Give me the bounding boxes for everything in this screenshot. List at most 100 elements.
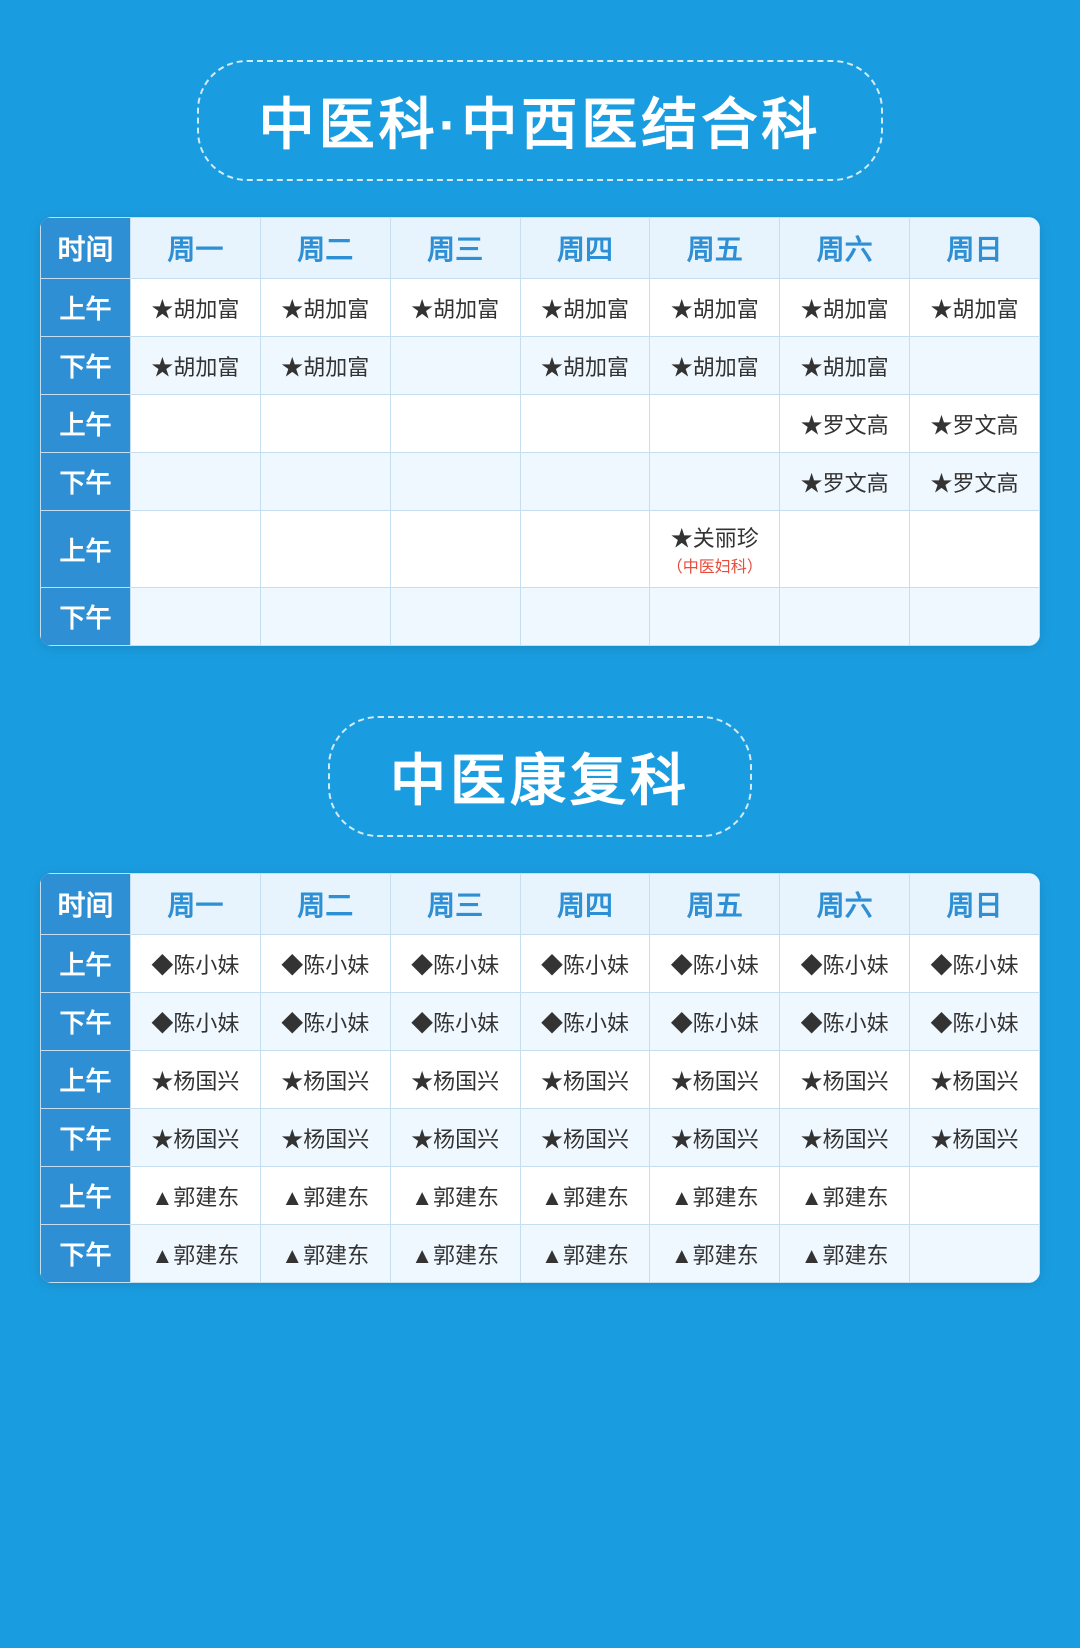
data-cell <box>131 453 261 511</box>
data-cell <box>390 588 520 646</box>
header-mon1: 周一 <box>131 218 261 279</box>
time-cell: 上午 <box>41 395 131 453</box>
table-row: 上午 ★杨国兴 ★杨国兴 ★杨国兴 ★杨国兴 ★杨国兴 ★杨国兴 ★杨国兴 <box>41 1051 1040 1109</box>
data-cell <box>520 511 650 588</box>
data-cell: ★胡加富 <box>780 337 910 395</box>
table-row: 上午 ★关丽珍（中医妇科） <box>41 511 1040 588</box>
data-cell: ◆陈小妹 <box>650 935 780 993</box>
data-cell: ★杨国兴 <box>131 1051 261 1109</box>
time-cell: 下午 <box>41 1225 131 1283</box>
data-cell: ★胡加富 <box>260 337 390 395</box>
data-cell: ★胡加富 <box>780 279 910 337</box>
data-cell <box>390 395 520 453</box>
data-cell: ◆陈小妹 <box>910 993 1040 1051</box>
data-cell: ★罗文高 <box>780 395 910 453</box>
data-cell <box>650 588 780 646</box>
data-cell: ▲郭建东 <box>780 1225 910 1283</box>
data-cell: ◆陈小妹 <box>131 935 261 993</box>
data-cell: ★杨国兴 <box>650 1109 780 1167</box>
data-cell <box>910 588 1040 646</box>
header-sun2: 周日 <box>910 874 1040 935</box>
time-cell: 上午 <box>41 511 131 588</box>
section2-title: 中医康复科 <box>390 736 690 817</box>
data-cell: ★杨国兴 <box>780 1109 910 1167</box>
data-cell: ★杨国兴 <box>131 1109 261 1167</box>
data-cell <box>910 337 1040 395</box>
data-cell: ◆陈小妹 <box>520 935 650 993</box>
section1-title-wrap: 中医科·中西医结合科 <box>197 60 884 181</box>
data-cell <box>910 1225 1040 1283</box>
header-time2: 时间 <box>41 874 131 935</box>
header-sat1: 周六 <box>780 218 910 279</box>
data-cell: ▲郭建东 <box>390 1225 520 1283</box>
data-cell <box>131 588 261 646</box>
section1-table-container: 时间 周一 周二 周三 周四 周五 周六 周日 上午 ★胡加富 ★胡加富 ★胡加… <box>40 217 1040 646</box>
table-row: 下午 ◆陈小妹 ◆陈小妹 ◆陈小妹 ◆陈小妹 ◆陈小妹 ◆陈小妹 ◆陈小妹 <box>41 993 1040 1051</box>
data-cell: ▲郭建东 <box>650 1167 780 1225</box>
header-wed2: 周三 <box>390 874 520 935</box>
data-cell: ★罗文高 <box>780 453 910 511</box>
data-cell: ★胡加富 <box>131 337 261 395</box>
data-cell: ▲郭建东 <box>131 1225 261 1283</box>
time-cell: 上午 <box>41 935 131 993</box>
data-cell <box>260 588 390 646</box>
time-cell: 上午 <box>41 279 131 337</box>
data-cell <box>131 511 261 588</box>
cell-note: （中医妇科） <box>654 553 775 577</box>
data-cell: ★罗文高 <box>910 395 1040 453</box>
section1-table: 时间 周一 周二 周三 周四 周五 周六 周日 上午 ★胡加富 ★胡加富 ★胡加… <box>40 217 1040 646</box>
section1-title: 中医科·中西医结合科 <box>259 80 822 161</box>
data-cell: ★杨国兴 <box>390 1109 520 1167</box>
data-cell: ◆陈小妹 <box>910 935 1040 993</box>
data-cell: ▲郭建东 <box>260 1167 390 1225</box>
data-cell <box>520 453 650 511</box>
data-cell: ▲郭建东 <box>260 1225 390 1283</box>
header-thu2: 周四 <box>520 874 650 935</box>
data-cell: ★胡加富 <box>910 279 1040 337</box>
data-cell: ★杨国兴 <box>520 1109 650 1167</box>
table-row: 下午 <box>41 588 1040 646</box>
data-cell: ▲郭建东 <box>650 1225 780 1283</box>
data-cell: ▲郭建东 <box>520 1225 650 1283</box>
table-row: 上午 ▲郭建东 ▲郭建东 ▲郭建东 ▲郭建东 ▲郭建东 ▲郭建东 <box>41 1167 1040 1225</box>
header-fri1: 周五 <box>650 218 780 279</box>
header-tue2: 周二 <box>260 874 390 935</box>
section1-header-row: 时间 周一 周二 周三 周四 周五 周六 周日 <box>41 218 1040 279</box>
data-cell: ★杨国兴 <box>780 1051 910 1109</box>
data-cell: ◆陈小妹 <box>131 993 261 1051</box>
data-cell: ★杨国兴 <box>260 1109 390 1167</box>
header-mon2: 周一 <box>131 874 261 935</box>
data-cell <box>260 453 390 511</box>
data-cell <box>390 337 520 395</box>
header-tue1: 周二 <box>260 218 390 279</box>
table-row: 上午 ★罗文高 ★罗文高 <box>41 395 1040 453</box>
data-cell: ◆陈小妹 <box>650 993 780 1051</box>
data-cell: ★胡加富 <box>520 337 650 395</box>
table-row: 下午 ★罗文高 ★罗文高 <box>41 453 1040 511</box>
data-cell: ★杨国兴 <box>910 1109 1040 1167</box>
data-cell <box>260 511 390 588</box>
data-cell: ★罗文高 <box>910 453 1040 511</box>
time-cell: 上午 <box>41 1051 131 1109</box>
data-cell: ◆陈小妹 <box>260 935 390 993</box>
data-cell <box>780 588 910 646</box>
data-cell <box>390 511 520 588</box>
data-cell: ◆陈小妹 <box>780 935 910 993</box>
header-time: 时间 <box>41 218 131 279</box>
table-row: 下午 ★杨国兴 ★杨国兴 ★杨国兴 ★杨国兴 ★杨国兴 ★杨国兴 ★杨国兴 <box>41 1109 1040 1167</box>
data-cell <box>910 511 1040 588</box>
data-cell: ★胡加富 <box>650 279 780 337</box>
data-cell <box>910 1167 1040 1225</box>
table-row: 下午 ▲郭建东 ▲郭建东 ▲郭建东 ▲郭建东 ▲郭建东 ▲郭建东 <box>41 1225 1040 1283</box>
time-cell: 下午 <box>41 993 131 1051</box>
data-cell: ▲郭建东 <box>131 1167 261 1225</box>
data-cell-guanli: ★关丽珍（中医妇科） <box>650 511 780 588</box>
data-cell: ★胡加富 <box>131 279 261 337</box>
data-cell <box>131 395 261 453</box>
time-cell: 下午 <box>41 337 131 395</box>
data-cell <box>780 511 910 588</box>
data-cell: ◆陈小妹 <box>390 935 520 993</box>
data-cell: ◆陈小妹 <box>780 993 910 1051</box>
data-cell <box>650 395 780 453</box>
time-cell: 上午 <box>41 1167 131 1225</box>
